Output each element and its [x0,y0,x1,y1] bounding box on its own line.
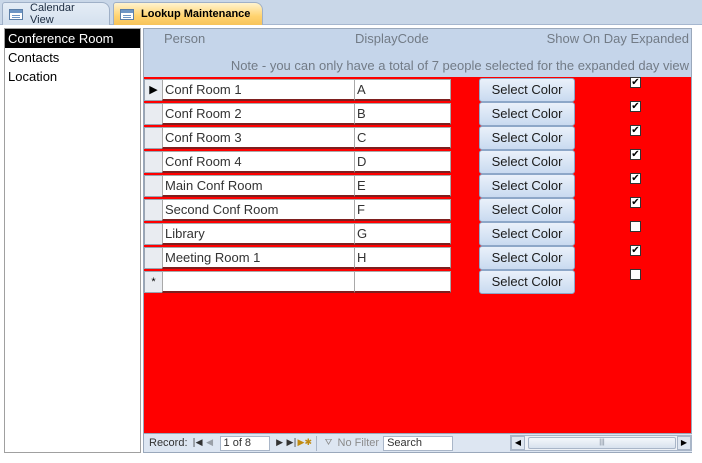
table-row: ▶ Conf Room 1 A Select Color ✔ [144,77,691,103]
show-expanded-checkbox[interactable] [630,221,641,232]
record-selector[interactable] [144,151,163,173]
select-color-button[interactable]: Select Color [479,198,575,222]
select-color-button[interactable]: Select Color [479,222,575,246]
divider [315,435,317,451]
person-field[interactable]: Conf Room 1 [162,79,355,101]
select-color-button[interactable]: Select Color [479,174,575,198]
display-code-column-header: DisplayCode [355,31,429,46]
tab-calendar-view[interactable]: Calendar View [2,2,110,26]
no-filter-button[interactable]: No Filter [338,437,380,449]
person-field[interactable] [162,271,355,293]
select-color-button[interactable]: Select Color [479,270,575,294]
tab-label: Calendar View [30,2,75,26]
funnel-icon: ⛛ [324,438,333,448]
last-record-icon[interactable]: ▶| [286,438,298,448]
previous-record-icon[interactable]: ◀ [204,438,216,448]
display-code-field[interactable]: E [354,175,451,197]
table-row: * Select Color [144,269,691,295]
scroll-left-icon[interactable]: ◀ [511,436,525,450]
select-color-button[interactable]: Select Color [479,126,575,150]
record-selector[interactable] [144,175,163,197]
record-selector[interactable] [144,247,163,269]
display-code-field[interactable]: G [354,223,451,245]
record-selector[interactable]: ▶ [144,79,163,101]
select-color-button[interactable]: Select Color [479,102,575,126]
display-code-field[interactable]: H [354,247,451,269]
table-row: Conf Room 3 C Select Color ✔ [144,125,691,151]
show-expanded-checkbox[interactable]: ✔ [630,125,641,136]
list-item-contacts[interactable]: Contacts [5,48,140,67]
display-code-field[interactable]: C [354,127,451,149]
select-color-button[interactable]: Select Color [479,246,575,270]
show-expanded-checkbox[interactable]: ✔ [630,245,641,256]
display-code-field[interactable] [354,271,451,293]
person-field[interactable]: Conf Room 4 [162,151,355,173]
form-icon [120,8,134,20]
show-expanded-checkbox[interactable]: ✔ [630,197,641,208]
person-field[interactable]: Main Conf Room [162,175,355,197]
table-row: Conf Room 2 B Select Color ✔ [144,101,691,127]
first-record-icon[interactable]: |◀ [192,438,204,448]
record-selector[interactable] [144,199,163,221]
person-field[interactable]: Conf Room 3 [162,127,355,149]
table-row: Meeting Room 1 H Select Color ✔ [144,245,691,271]
record-label: Record: [149,437,188,449]
table-row: Library G Select Color [144,221,691,247]
tab-lookup-maintenance[interactable]: Lookup Maintenance [113,2,263,25]
select-color-button[interactable]: Select Color [479,150,575,174]
show-expanded-column-header: Show On Day Expanded [546,31,689,46]
record-selector[interactable]: * [144,271,163,293]
table-row: Conf Room 4 D Select Color ✔ [144,149,691,175]
lookup-subform: Person DisplayCode Show On Day Expanded … [143,28,692,453]
show-expanded-checkbox[interactable] [630,269,641,280]
search-input[interactable]: Search [383,435,454,451]
show-expanded-checkbox[interactable]: ✔ [630,173,641,184]
scroll-right-icon[interactable]: ▶ [677,436,691,450]
new-record-icon[interactable]: ▶✱ [298,438,312,448]
show-expanded-checkbox[interactable]: ✔ [630,149,641,160]
display-code-field[interactable]: D [354,151,451,173]
record-selector[interactable] [144,127,163,149]
scrollbar-thumb[interactable]: ||| [528,437,676,449]
document-tab-bar: Calendar View Lookup Maintenance [0,0,702,26]
list-item-location[interactable]: Location [5,67,140,86]
person-field[interactable]: Conf Room 2 [162,103,355,125]
selection-limit-note: Note - you can only have a total of 7 pe… [230,58,689,73]
list-item-conference-room[interactable]: Conference Room [5,29,140,48]
record-number-input[interactable]: 1 of 8 [219,435,270,451]
display-code-field[interactable]: B [354,103,451,125]
next-record-icon[interactable]: ▶ [274,438,286,448]
person-field[interactable]: Meeting Room 1 [162,247,355,269]
table-row: Main Conf Room E Select Color ✔ [144,173,691,199]
person-column-header: Person [164,31,206,46]
display-code-field[interactable]: F [354,199,451,221]
show-expanded-checkbox[interactable]: ✔ [630,77,641,88]
select-color-button[interactable]: Select Color [479,78,575,102]
subform-header: Person DisplayCode Show On Day Expanded … [144,29,691,77]
lookup-type-list[interactable]: Conference Room Contacts Location [4,28,141,453]
horizontal-scrollbar[interactable]: ◀ ||| ▶ [510,435,692,451]
table-row: Second Conf Room F Select Color ✔ [144,197,691,223]
display-code-field[interactable]: A [354,79,451,101]
person-field[interactable]: Library [162,223,355,245]
tab-label: Lookup Maintenance [141,8,251,20]
record-selector[interactable] [144,103,163,125]
form-icon [9,8,23,20]
record-selector[interactable] [144,223,163,245]
show-expanded-checkbox[interactable]: ✔ [630,101,641,112]
person-field[interactable]: Second Conf Room [162,199,355,221]
